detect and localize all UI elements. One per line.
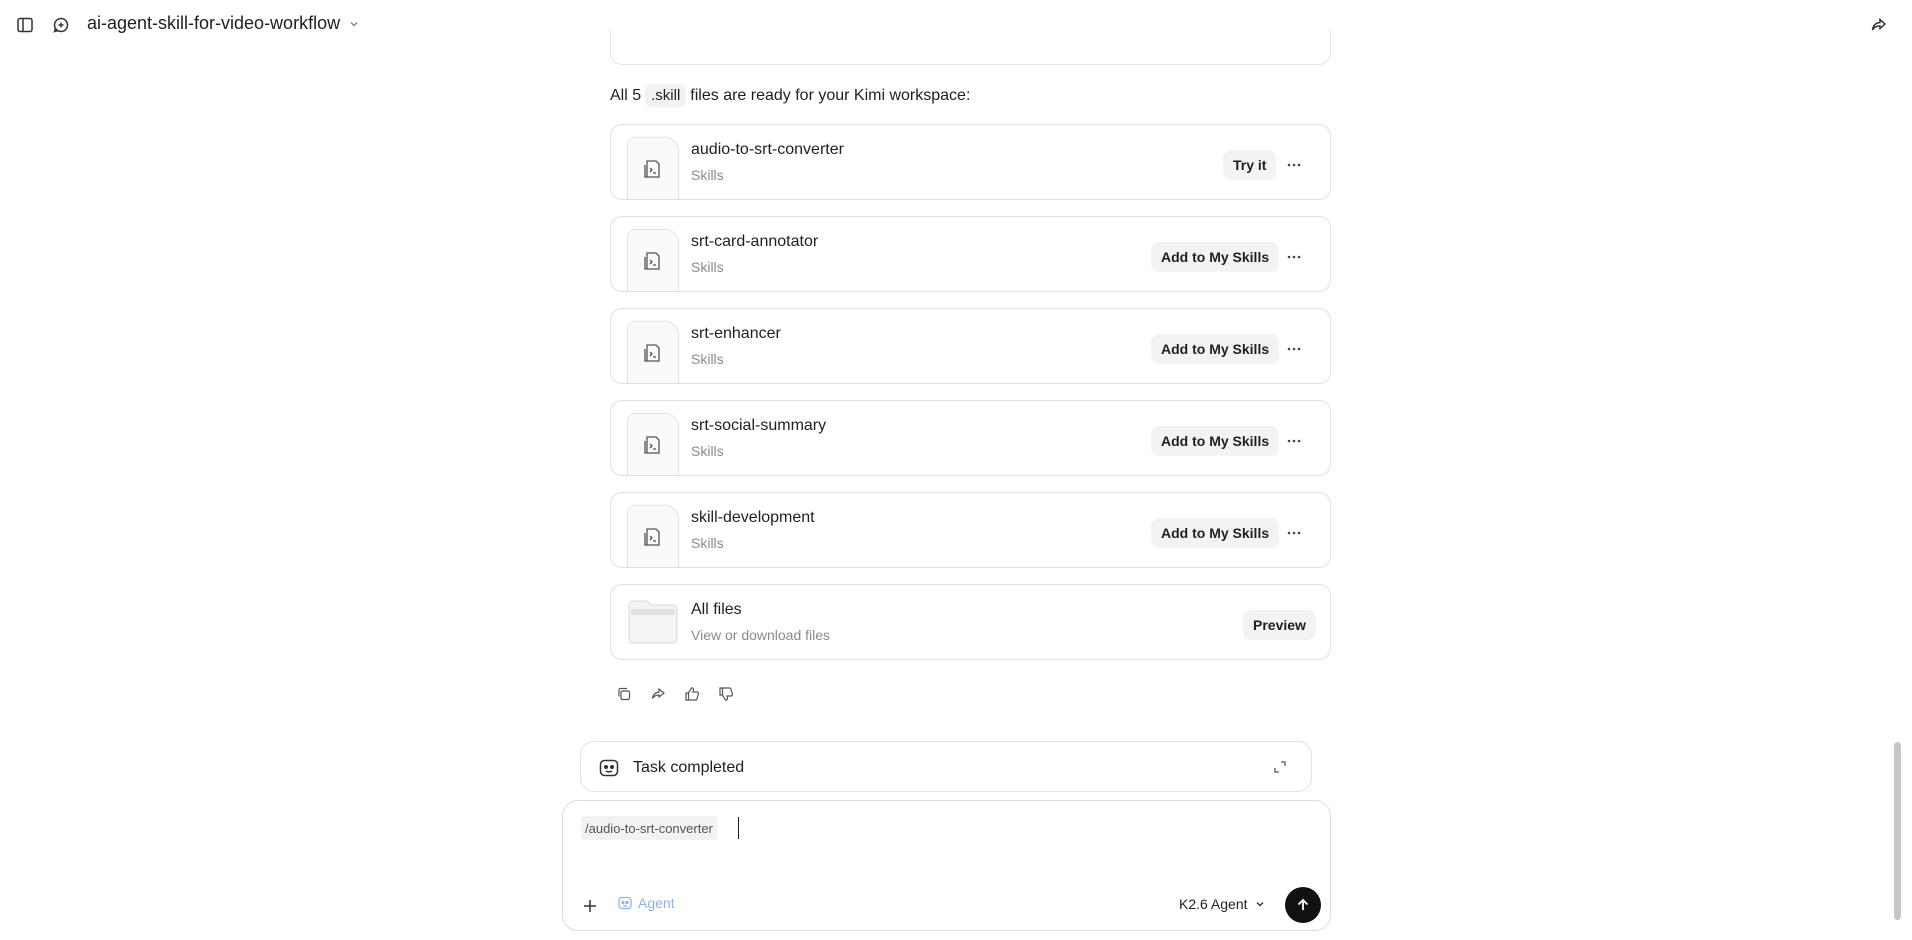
file-name: audio-to-srt-converter: [691, 141, 844, 158]
add-to-my-skills-button[interactable]: Add to My Skills: [1151, 242, 1280, 272]
code-pill: .skill: [645, 84, 687, 107]
add-to-my-skills-button[interactable]: Add to My Skills: [1151, 426, 1280, 456]
add-attachment-button[interactable]: [579, 895, 601, 917]
task-status-label: Task completed: [633, 759, 745, 776]
skill-file-icon: [627, 321, 679, 383]
file-type: Skills: [691, 443, 724, 459]
file-name: srt-enhancer: [691, 325, 781, 342]
chevron-down-icon: [350, 21, 358, 26]
file-type: Skills: [691, 167, 724, 183]
message-composer[interactable]: /audio-to-srt-converter Agent K2.6 Agent: [562, 800, 1331, 931]
thumbs-up-icon[interactable]: [682, 684, 702, 704]
files-intro: All 5 .skill files are ready for your Ki…: [610, 84, 970, 107]
more-options-icon[interactable]: [1280, 518, 1308, 548]
agent-bot-icon: [599, 759, 619, 777]
more-options-icon[interactable]: [1280, 150, 1308, 180]
more-options-icon[interactable]: [1280, 242, 1308, 272]
file-subtitle: View or download files: [691, 627, 831, 643]
file-name: srt-social-summary: [691, 417, 827, 434]
all-files-card[interactable]: All files View or download files Preview: [610, 584, 1331, 660]
skill-file-icon: [627, 137, 679, 199]
text-caret: [738, 817, 739, 839]
expand-icon[interactable]: [1273, 760, 1287, 774]
agent-bot-icon: [618, 896, 632, 910]
add-to-my-skills-button[interactable]: Add to My Skills: [1151, 334, 1280, 364]
skill-file-icon: [627, 505, 679, 567]
preview-button[interactable]: Preview: [1243, 610, 1316, 640]
share-icon[interactable]: [648, 684, 668, 704]
sidebar-toggle-icon[interactable]: [14, 14, 36, 36]
file-type: Skills: [691, 351, 724, 367]
scrollbar[interactable]: [1894, 742, 1901, 920]
skill-file-card[interactable]: audio-to-srt-converter Skills Try it: [610, 124, 1331, 200]
arrow-up-icon: [1297, 898, 1309, 910]
page-title: ai-agent-skill-for-video-workflow: [87, 13, 341, 33]
skill-file-icon: [627, 229, 679, 291]
file-name: skill-development: [691, 509, 815, 526]
skill-file-icon: [627, 413, 679, 475]
agent-mode-toggle[interactable]: Agent: [617, 895, 675, 911]
agent-mode-label: Agent: [638, 895, 675, 911]
send-button[interactable]: [1285, 887, 1321, 923]
message-actions: [614, 684, 736, 704]
more-options-icon[interactable]: [1280, 334, 1308, 364]
previous-card: [610, 30, 1331, 65]
file-name: srt-card-annotator: [691, 233, 819, 250]
conversation-title[interactable]: ai-agent-skill-for-video-workflow: [87, 13, 360, 34]
more-options-icon[interactable]: [1280, 426, 1308, 456]
share-icon[interactable]: [1868, 14, 1890, 36]
file-type: Skills: [691, 259, 724, 275]
skill-file-card[interactable]: srt-enhancer Skills Add to My Skills: [610, 308, 1331, 384]
task-status-bar[interactable]: Task completed: [580, 741, 1312, 792]
skill-file-card[interactable]: skill-development Skills Add to My Skill…: [610, 492, 1331, 568]
file-name: All files: [691, 601, 742, 618]
add-to-my-skills-button[interactable]: Add to My Skills: [1151, 518, 1280, 548]
try-it-button[interactable]: Try it: [1223, 150, 1277, 180]
model-selector[interactable]: K2.6 Agent: [1179, 896, 1266, 912]
plus-icon: [584, 900, 596, 912]
new-chat-icon[interactable]: [50, 14, 72, 36]
command-chip[interactable]: /audio-to-srt-converter: [581, 816, 717, 840]
chevron-down-icon: [1256, 902, 1264, 907]
skill-file-card[interactable]: srt-card-annotator Skills Add to My Skil…: [610, 216, 1331, 292]
model-label: K2.6 Agent: [1179, 896, 1248, 912]
copy-icon[interactable]: [614, 684, 634, 704]
thumbs-down-icon[interactable]: [716, 684, 736, 704]
skill-file-card[interactable]: srt-social-summary Skills Add to My Skil…: [610, 400, 1331, 476]
file-type: Skills: [691, 535, 724, 551]
folder-icon: [628, 600, 678, 644]
